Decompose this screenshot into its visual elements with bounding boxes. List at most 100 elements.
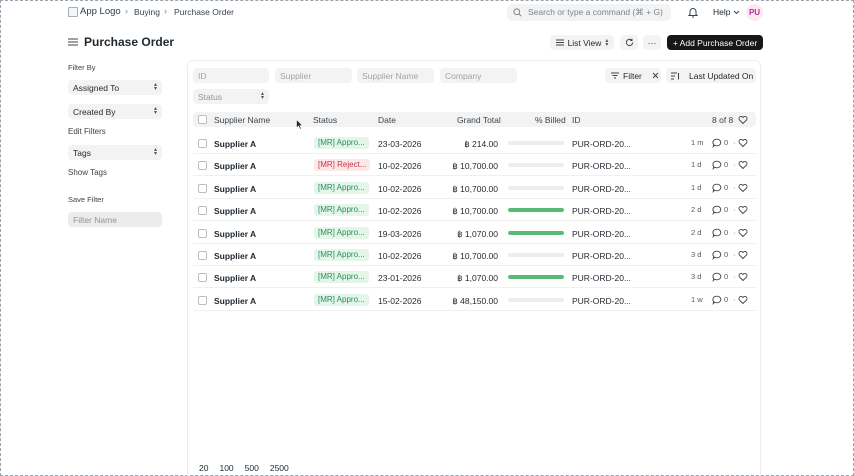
updown-caret-icon: ▴ ▾ [153, 106, 157, 116]
row-checkbox[interactable] [198, 295, 207, 305]
row-checkbox[interactable] [198, 139, 207, 148]
updown-caret-icon: ▴ ▾ [260, 91, 264, 101]
mouse-cursor-icon [296, 119, 303, 130]
table-row[interactable]: Supplier A [MR] Appro... 19-03-2026 ฿ 1,… [193, 222, 756, 244]
more-actions-button[interactable]: ··· [643, 35, 661, 50]
filter-button[interactable]: Filter [605, 68, 661, 83]
heart-icon[interactable] [738, 250, 748, 260]
supplier-name-cell[interactable]: Supplier A [214, 184, 256, 194]
row-checkbox[interactable] [198, 251, 207, 260]
comment-count: 0 [724, 272, 729, 282]
awesomebar-search[interactable]: Search or type a command (⌘ + G) [507, 4, 671, 21]
modified-age: 3 d [691, 250, 702, 259]
breadcrumb-purchase-order[interactable]: Purchase Order [174, 7, 234, 17]
id-filter-input[interactable] [193, 68, 269, 83]
supplier-name-cell[interactable]: Supplier A [214, 161, 256, 171]
modified-age: 1 d [691, 160, 702, 170]
list-icon [555, 39, 564, 46]
comment-icon[interactable] [712, 183, 722, 193]
comment-icon[interactable] [712, 295, 722, 305]
breadcrumb-buying[interactable]: Buying [134, 7, 160, 17]
row-checkbox[interactable] [198, 183, 207, 193]
show-tags-link[interactable]: Show Tags [68, 168, 107, 177]
billed-progress-bar [508, 163, 564, 168]
supplier-name-cell[interactable]: Supplier A [214, 139, 256, 149]
table-row[interactable]: Supplier A [MR] Appro... 10-02-2026 ฿ 10… [193, 199, 756, 222]
app-logo[interactable]: App Logo [68, 6, 121, 17]
supplier-name-cell[interactable]: Supplier A [214, 273, 256, 283]
company-filter-input[interactable] [440, 68, 517, 83]
search-placeholder: Search or type a command (⌘ + G) [528, 7, 663, 17]
page-length-2500[interactable]: 2500 [268, 463, 291, 473]
supplier-filter-input[interactable] [275, 68, 352, 83]
comment-icon[interactable] [712, 138, 722, 148]
add-purchase-order-button[interactable]: + Add Purchase Order [667, 35, 763, 50]
heart-icon[interactable] [738, 183, 748, 193]
supplier-name-cell[interactable]: Supplier A [214, 206, 256, 216]
list-view-switcher[interactable]: List View ▴ ▾ [550, 35, 614, 50]
updown-caret-icon: ▴ ▾ [605, 37, 609, 48]
table-row[interactable]: Supplier A [MR] Appro... 23-03-2026 ฿ 21… [193, 132, 756, 154]
created-by-select[interactable]: Created By ▴ ▾ [68, 104, 162, 119]
heart-icon[interactable] [738, 138, 748, 148]
column-id: ID [572, 115, 581, 125]
heart-icon[interactable] [738, 160, 748, 170]
sort-button[interactable]: Last Updated On [666, 68, 756, 83]
row-checkbox[interactable] [198, 273, 207, 283]
refresh-button[interactable] [620, 35, 638, 50]
assigned-to-select[interactable]: Assigned To ▴ ▾ [68, 80, 162, 95]
billed-progress-fill [508, 230, 564, 235]
heart-icon[interactable] [738, 205, 748, 215]
hamburger-menu-icon[interactable] [68, 37, 78, 47]
comment-icon[interactable] [712, 205, 722, 216]
heart-icon[interactable] [738, 272, 748, 282]
supplier-name-cell[interactable]: Supplier A [214, 296, 256, 306]
column-status: Status [313, 115, 338, 125]
comment-icon[interactable] [712, 250, 722, 260]
status-filter-select[interactable]: Status ▴ ▾ [193, 89, 269, 104]
date-cell: 23-01-2026 [378, 273, 422, 284]
heart-icon[interactable] [738, 115, 748, 125]
modified-age: 3 d [691, 272, 702, 282]
billed-progress-bar [508, 141, 564, 145]
row-checkbox[interactable] [198, 228, 207, 238]
select-all-checkbox[interactable] [198, 115, 207, 124]
comment-icon[interactable] [712, 228, 722, 238]
page-length-100[interactable]: 100 [217, 463, 235, 473]
chevron-right-icon: › [164, 6, 167, 16]
supplier-name-cell[interactable]: Supplier A [214, 229, 256, 239]
comment-icon[interactable] [712, 160, 722, 171]
table-row[interactable]: Supplier A [MR] Reject... 10-02-2026 ฿ 1… [193, 154, 756, 177]
tags-select[interactable]: Tags ▴ ▾ [68, 145, 162, 160]
heart-icon[interactable] [738, 228, 748, 238]
page-length-500[interactable]: 500 [243, 463, 261, 473]
heart-icon[interactable] [738, 295, 748, 305]
help-dropdown[interactable]: Help [713, 7, 740, 17]
clear-filter-icon[interactable] [652, 72, 659, 79]
supplier-name-cell[interactable]: Supplier A [214, 251, 256, 261]
row-checkbox[interactable] [198, 161, 207, 171]
edit-filters-link[interactable]: Edit Filters [68, 127, 106, 136]
filter-name-input[interactable] [68, 212, 162, 227]
column-supplier-name: Supplier Name [214, 115, 271, 125]
table-row[interactable]: Supplier A [MR] Appro... 10-02-2026 ฿ 10… [193, 244, 756, 266]
page-length-20[interactable]: 20 [197, 463, 210, 473]
billed-progress-bar [508, 253, 564, 257]
comment-count: 0 [724, 250, 729, 259]
table-row[interactable]: Supplier A [MR] Appro... 10-02-2026 ฿ 10… [193, 177, 756, 199]
table-row[interactable]: Supplier A [MR] Appro... 15-02-2026 ฿ 48… [193, 289, 756, 311]
table-row[interactable]: Supplier A [MR] Appro... 23-01-2026 ฿ 1,… [193, 266, 756, 289]
user-avatar[interactable]: PU [746, 4, 763, 21]
grand-total-cell: ฿ 10,700.00 [452, 206, 498, 217]
status-filter-placeholder: Status [198, 91, 223, 102]
grand-total-cell: ฿ 214.00 [464, 139, 498, 149]
notification-bell-icon[interactable] [687, 6, 699, 18]
sort-order-icon[interactable] [671, 72, 680, 80]
grand-total-cell: ฿ 1,070.00 [457, 273, 498, 284]
supplier-name-filter-input[interactable] [357, 68, 434, 83]
comment-icon[interactable] [712, 272, 722, 283]
row-checkbox[interactable] [198, 206, 207, 216]
id-cell: PUR-ORD-20... [572, 206, 632, 217]
date-cell: 10-02-2026 [378, 183, 422, 194]
comment-count: 0 [724, 227, 729, 237]
